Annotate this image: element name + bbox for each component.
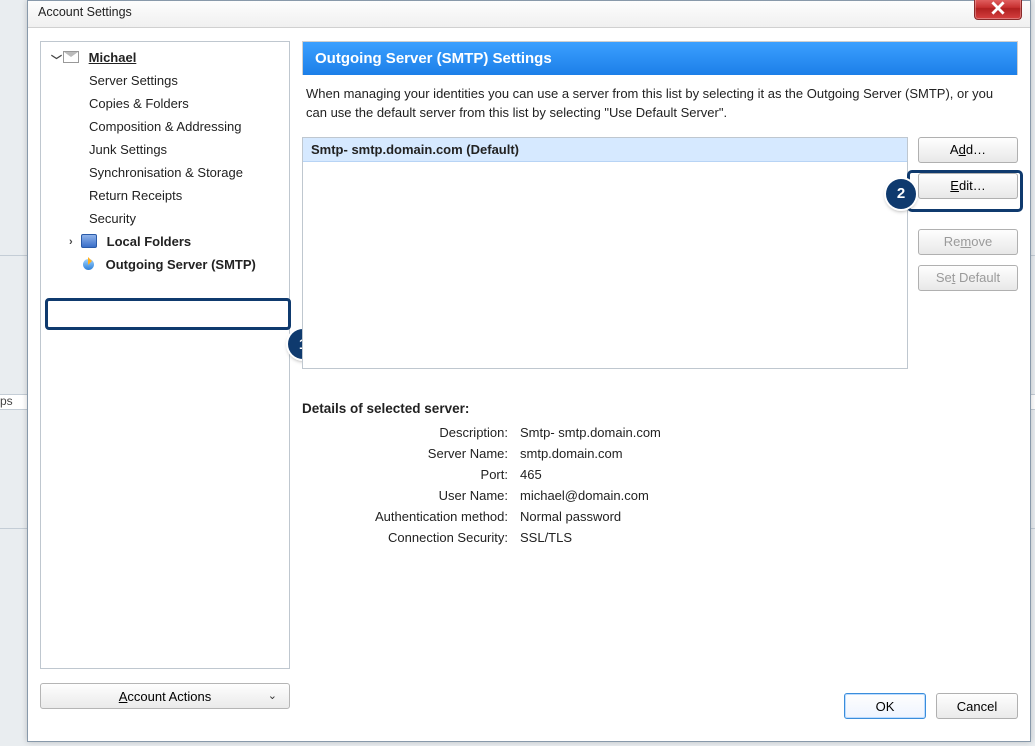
tree-account-root[interactable]: ﹀ Michael	[41, 46, 289, 69]
tree-item-junk[interactable]: Junk Settings	[41, 138, 289, 161]
tree-outgoing-smtp[interactable]: Outgoing Server (SMTP)	[41, 253, 289, 276]
smtp-server-list[interactable]: Smtp- smtp.domain.com (Default)	[302, 137, 908, 369]
settings-panel: Outgoing Server (SMTP) Settings When man…	[302, 41, 1018, 669]
cancel-button[interactable]: Cancel	[936, 693, 1018, 719]
mail-icon	[63, 51, 79, 63]
callout-2: 2	[886, 179, 916, 209]
detail-row: Authentication method:Normal password	[332, 506, 667, 527]
remove-button[interactable]: Remove	[918, 229, 1018, 255]
edit-button[interactable]: Edit…	[918, 173, 1018, 199]
detail-row: Connection Security:SSL/TLS	[332, 527, 667, 548]
add-button[interactable]: Add…	[918, 137, 1018, 163]
tree-item-composition[interactable]: Composition & Addressing	[41, 115, 289, 138]
folder-icon	[81, 234, 97, 248]
window-title: Account Settings	[38, 5, 132, 19]
tree-item-sync-storage[interactable]: Synchronisation & Storage	[41, 161, 289, 184]
chevron-right-icon: ›	[69, 236, 73, 248]
account-actions-button[interactable]: Account Actions ⌄	[40, 683, 290, 709]
details-heading: Details of selected server:	[302, 401, 1018, 416]
close-button[interactable]	[974, 0, 1022, 20]
chevron-down-icon: ﹀	[51, 52, 62, 68]
account-name: Michael	[89, 50, 137, 65]
panel-heading: Outgoing Server (SMTP) Settings	[302, 41, 1018, 75]
tree-item-copies-folders[interactable]: Copies & Folders	[41, 92, 289, 115]
smtp-icon	[81, 257, 96, 272]
chevron-down-icon: ⌄	[268, 689, 277, 702]
tree-item-server-settings[interactable]: Server Settings	[41, 69, 289, 92]
close-icon	[991, 1, 1005, 15]
annotation-frame-1	[45, 298, 291, 330]
ok-button[interactable]: OK	[844, 693, 926, 719]
titlebar[interactable]: Account Settings	[28, 1, 1030, 28]
panel-description: When managing your identities you can us…	[302, 75, 1018, 137]
server-details: Details of selected server: Description:…	[302, 401, 1018, 548]
server-list-item-selected[interactable]: Smtp- smtp.domain.com (Default)	[303, 138, 907, 162]
tree-local-folders[interactable]: › Local Folders	[41, 230, 289, 253]
tree-item-return-receipts[interactable]: Return Receipts	[41, 184, 289, 207]
tree-item-security[interactable]: Security	[41, 207, 289, 230]
account-settings-dialog: Account Settings ﹀ Michael Server Settin…	[27, 0, 1031, 742]
set-default-button[interactable]: Set Default	[918, 265, 1018, 291]
detail-row: Description:Smtp- smtp.domain.com	[332, 422, 667, 443]
detail-row: Server Name:smtp.domain.com	[332, 443, 667, 464]
detail-row: Port:465	[332, 464, 667, 485]
account-tree[interactable]: ﹀ Michael Server Settings Copies & Folde…	[40, 41, 290, 669]
detail-row: User Name:michael@domain.com	[332, 485, 667, 506]
